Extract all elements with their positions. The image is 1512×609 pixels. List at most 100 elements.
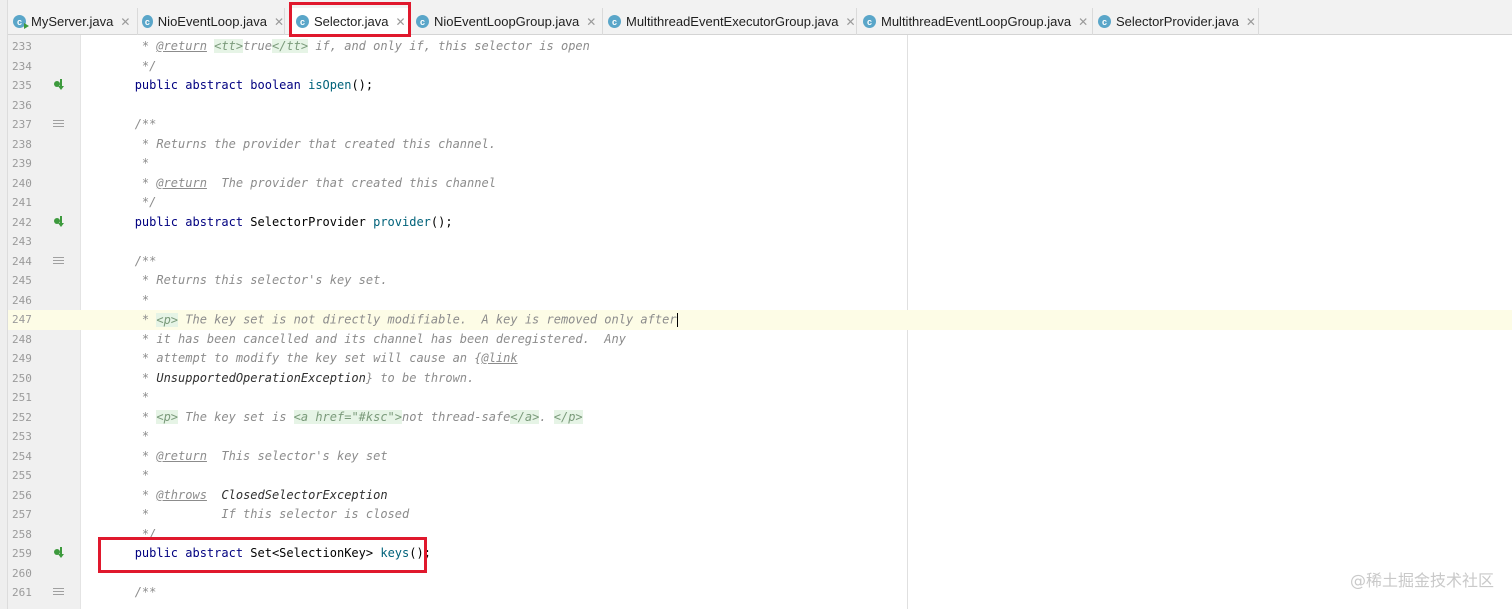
code-text: /** [134, 585, 157, 599]
code-line[interactable]: 233 * @return <tt>true</tt> if, and only… [8, 37, 1512, 57]
code-line[interactable]: 248 * it has been cancelled and its chan… [8, 330, 1512, 350]
code-text: * @return <tt>true</tt> if, and only if,… [141, 39, 590, 53]
close-icon[interactable]: ✕ [845, 15, 855, 29]
class-icon: c [1098, 15, 1111, 28]
tab-label: NioEventLoop.java [157, 14, 267, 29]
line-number: 235 [12, 79, 32, 92]
code-line[interactable]: 256 * @throws ClosedSelectorException [8, 486, 1512, 506]
close-icon[interactable]: ✕ [120, 15, 130, 29]
code-text: * [141, 468, 150, 482]
code-line[interactable]: 252 * <p> The key set is <a href="#ksc">… [8, 408, 1512, 428]
code-line[interactable]: 240 * @return The provider that created … [8, 174, 1512, 194]
line-number: 249 [12, 352, 32, 365]
code-text: * Returns this selector's key set. [141, 273, 388, 287]
line-number: 253 [12, 430, 32, 443]
line-number: 261 [12, 586, 32, 599]
line-number: 233 [12, 40, 32, 53]
code-line[interactable]: 244 /** [8, 252, 1512, 272]
code-text: */ [141, 195, 157, 209]
code-line[interactable]: 247 * <p> The key set is not directly mo… [8, 310, 1512, 330]
code-text: * @return This selector's key set [141, 448, 388, 463]
doc-comment-fold-icon[interactable] [53, 118, 67, 131]
class-icon: c [608, 15, 621, 28]
implemented-method-icon[interactable] [53, 547, 67, 560]
code-line[interactable]: 242 public abstract SelectorProvider pro… [8, 213, 1512, 233]
code-line[interactable]: 237 /** [8, 115, 1512, 135]
code-text: * <p> The key set is <a href="#ksc">not … [141, 409, 583, 424]
tab-multithreadeventexecutorgroup[interactable]: c MultithreadEventExecutorGroup.java ✕ [603, 8, 857, 35]
code-text: * [141, 156, 150, 170]
tab-multithreadeventloopgroup[interactable]: c MultithreadEventLoopGroup.java ✕ [858, 8, 1093, 35]
code-line[interactable]: 261 /** [8, 583, 1512, 603]
tab-label: SelectorProvider.java [1116, 14, 1239, 29]
line-number: 241 [12, 196, 32, 209]
line-number: 246 [12, 293, 32, 307]
code-line[interactable]: 235 public abstract boolean isOpen(); [8, 76, 1512, 96]
code-line[interactable]: 255 * [8, 466, 1512, 486]
tab-myserver[interactable]: c MyServer.java ✕ [8, 8, 138, 35]
watermark: @稀土掘金技术社区 [1349, 571, 1494, 590]
close-icon[interactable]: ✕ [1246, 15, 1256, 29]
implemented-method-icon[interactable] [53, 79, 67, 92]
line-number: 237 [12, 118, 32, 131]
line-number: 250 [12, 371, 32, 385]
class-icon: c [863, 15, 876, 28]
line-number: 244 [12, 254, 32, 268]
code-text: * @throws ClosedSelectorException [141, 487, 388, 502]
line-number: 255 [12, 469, 32, 482]
line-number: 245 [12, 274, 32, 287]
code-text: * [141, 429, 150, 443]
code-line[interactable]: 257 * If this selector is closed [8, 505, 1512, 525]
project-tool-window-strip[interactable] [0, 0, 8, 609]
line-number: 251 [12, 391, 32, 404]
line-number: 236 [12, 98, 32, 112]
code-line[interactable]: 254 * @return This selector's key set [8, 447, 1512, 467]
code-text: public abstract SelectorProvider provide… [134, 214, 453, 229]
doc-comment-fold-icon[interactable] [53, 255, 67, 268]
code-line[interactable]: 251 * [8, 388, 1512, 408]
code-text: * <p> The key set is not directly modifi… [141, 312, 678, 327]
code-line[interactable]: 234 */ [8, 57, 1512, 77]
code-line[interactable]: 246 * [8, 291, 1512, 311]
editor-tab-bar: c MyServer.java ✕ c NioEventLoop.java ✕ c Selec… [0, 0, 1512, 35]
selector-tab-highlight [289, 2, 411, 37]
tab-nioeventloopgroup[interactable]: c NioEventLoopGroup.java ✕ [411, 8, 603, 35]
line-number: 259 [12, 547, 32, 560]
line-number: 260 [12, 566, 32, 580]
close-icon[interactable]: ✕ [586, 15, 596, 29]
code-line[interactable]: 253 * [8, 427, 1512, 447]
code-line[interactable]: 236 [8, 96, 1512, 116]
code-text: * attempt to modify the key set will cau… [141, 351, 518, 365]
line-number: 247 [12, 313, 32, 326]
code-line[interactable]: 245 * Returns this selector's key set. [8, 271, 1512, 291]
code-text: * If this selector is closed [141, 507, 410, 521]
doc-comment-fold-icon[interactable] [53, 586, 67, 599]
tab-selectorprovider[interactable]: c SelectorProvider.java ✕ [1093, 8, 1259, 35]
code-line[interactable]: 250 * UnsupportedOperationException} to … [8, 369, 1512, 389]
line-number: 256 [12, 488, 32, 502]
line-number: 252 [12, 410, 32, 424]
implemented-method-icon[interactable] [53, 215, 67, 229]
class-icon: c [416, 15, 429, 28]
close-icon[interactable]: ✕ [1078, 15, 1088, 29]
code-line[interactable]: 249 * attempt to modify the key set will… [8, 349, 1512, 369]
line-number: 243 [12, 235, 32, 248]
close-icon[interactable]: ✕ [274, 15, 284, 29]
code-line[interactable]: 243 [8, 232, 1512, 252]
code-text: * Returns the provider that created this… [141, 136, 496, 151]
line-number: 239 [12, 157, 32, 170]
class-icon: c [13, 15, 29, 29]
line-number: 242 [12, 215, 32, 229]
class-icon: c [142, 15, 153, 28]
tab-nioeventloop[interactable]: c NioEventLoop.java ✕ [137, 8, 285, 35]
line-number: 257 [12, 508, 32, 521]
code-line[interactable]: 238 * Returns the provider that created … [8, 135, 1512, 155]
code-text: * [141, 390, 150, 404]
line-number: 234 [12, 59, 32, 73]
line-number: 238 [12, 137, 32, 151]
code-line[interactable]: 239 * [8, 154, 1512, 174]
tab-label: MultithreadEventExecutorGroup.java [626, 14, 839, 29]
tab-label: MyServer.java [31, 14, 114, 29]
code-line[interactable]: 241 */ [8, 193, 1512, 213]
line-number: 240 [12, 176, 32, 190]
